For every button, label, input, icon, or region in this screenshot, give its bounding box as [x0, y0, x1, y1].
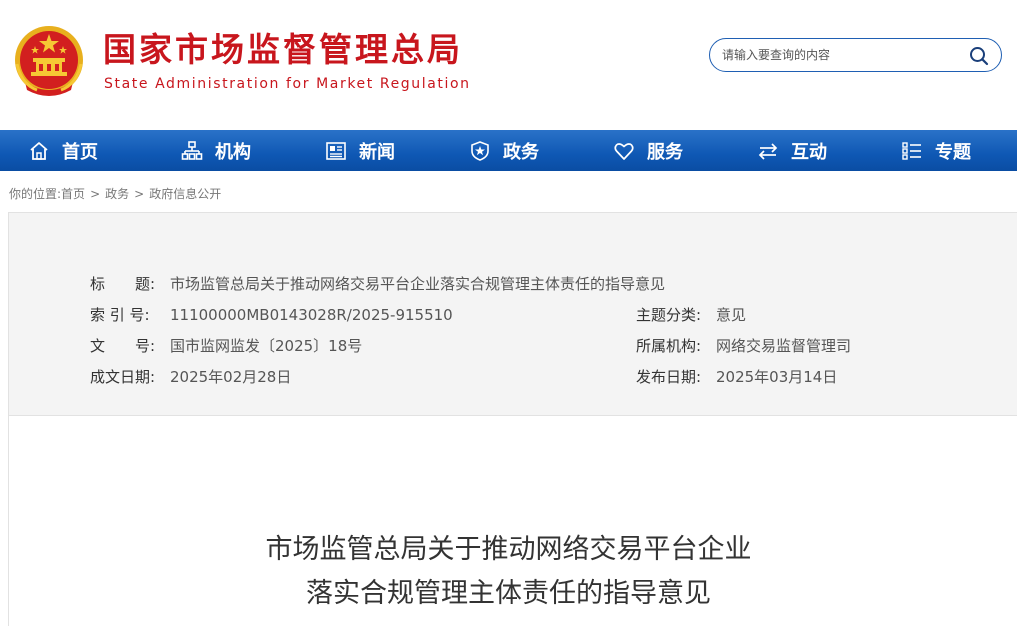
nav-label: 政务 — [503, 141, 539, 163]
meta-index-row: 索 引 号: 11100000MB0143028R/2025-915510 — [90, 305, 453, 325]
search-icon[interactable] — [969, 46, 989, 66]
site-header: 国家市场监督管理总局 State Administration for Mark… — [0, 0, 1017, 130]
document-title: 市场监管总局关于推动网络交易平台企业 落实合规管理主体责任的指导意见 — [0, 528, 1017, 616]
nav-item-news[interactable]: 新闻 — [288, 130, 432, 171]
nav-label: 专题 — [935, 141, 971, 163]
meta-publish-label: 发布日期: — [636, 368, 702, 386]
breadcrumb-link-info-disclosure[interactable]: 政府信息公开 — [149, 187, 221, 201]
nav-label: 服务 — [647, 141, 683, 163]
site-subtitle: State Administration for Market Regulati… — [104, 76, 471, 92]
meta-title-label: 标 题: — [90, 275, 156, 293]
nav-item-interact[interactable]: 互动 — [720, 130, 864, 171]
meta-topic-row: 主题分类: 意见 — [636, 305, 746, 325]
breadcrumb-separator: > — [90, 187, 101, 201]
document-title-line: 市场监管总局关于推动网络交易平台企业 — [265, 534, 752, 565]
meta-date-value: 2025年02月28日 — [170, 368, 292, 386]
breadcrumb-prefix: 你的位置: — [9, 187, 62, 201]
nav-item-service[interactable]: 服务 — [576, 130, 720, 171]
meta-org-label: 所属机构: — [636, 337, 702, 355]
national-emblem-icon[interactable] — [13, 24, 85, 100]
meta-topic-value: 意见 — [716, 306, 747, 324]
main-nav: 首页 机构 新闻 政务 服务 互动 专题 — [0, 130, 1017, 171]
breadcrumb-separator: > — [134, 187, 145, 201]
meta-topic-label: 主题分类: — [636, 306, 702, 324]
newspaper-icon — [326, 141, 346, 160]
meta-publish-row: 发布日期: 2025年03月14日 — [636, 367, 837, 387]
nav-item-government[interactable]: 政务 — [432, 130, 576, 171]
meta-publish-value: 2025年03月14日 — [716, 368, 838, 386]
exchange-arrows-icon — [758, 142, 778, 160]
document-meta-panel: 标 题: 市场监管总局关于推动网络交易平台企业落实合规管理主体责任的指导意见 索 … — [8, 212, 1017, 416]
breadcrumb-link-home[interactable]: 首页 — [61, 187, 85, 201]
meta-docno-value: 国市监网监发〔2025〕18号 — [170, 337, 363, 355]
meta-title-row: 标 题: 市场监管总局关于推动网络交易平台企业落实合规管理主体责任的指导意见 — [90, 274, 665, 294]
search-box — [709, 38, 1002, 72]
meta-date-label: 成文日期: — [90, 368, 156, 386]
meta-docno-label: 文 号: — [90, 337, 156, 355]
shield-icon — [471, 140, 489, 161]
home-icon — [30, 141, 48, 160]
nav-item-org[interactable]: 机构 — [144, 130, 288, 171]
meta-date-row: 成文日期: 2025年02月28日 — [90, 367, 291, 387]
site-title[interactable]: 国家市场监督管理总局 — [103, 30, 463, 70]
nav-label: 机构 — [215, 141, 251, 163]
meta-docno-row: 文 号: 国市监网监发〔2025〕18号 — [90, 336, 362, 356]
meta-org-row: 所属机构: 网络交易监督管理司 — [636, 336, 851, 356]
nav-item-topics[interactable]: 专题 — [864, 130, 1008, 171]
nav-label: 新闻 — [359, 141, 395, 163]
nav-label: 互动 — [791, 141, 827, 163]
list-icon — [902, 141, 921, 160]
nav-label: 首页 — [62, 141, 98, 163]
nav-item-home[interactable]: 首页 — [0, 130, 144, 171]
heart-icon — [614, 142, 634, 160]
org-chart-icon — [181, 140, 203, 160]
meta-title-value: 市场监管总局关于推动网络交易平台企业落实合规管理主体责任的指导意见 — [170, 275, 666, 293]
search-input[interactable] — [722, 39, 962, 71]
meta-index-value: 11100000MB0143028R/2025-915510 — [170, 306, 453, 324]
meta-org-value: 网络交易监督管理司 — [716, 337, 852, 355]
breadcrumb: 你的位置:首页 > 政务 > 政府信息公开 — [9, 185, 221, 202]
breadcrumb-link-government[interactable]: 政务 — [105, 187, 129, 201]
meta-index-label: 索 引 号: — [90, 306, 150, 324]
document-title-line: 落实合规管理主体责任的指导意见 — [306, 578, 711, 609]
